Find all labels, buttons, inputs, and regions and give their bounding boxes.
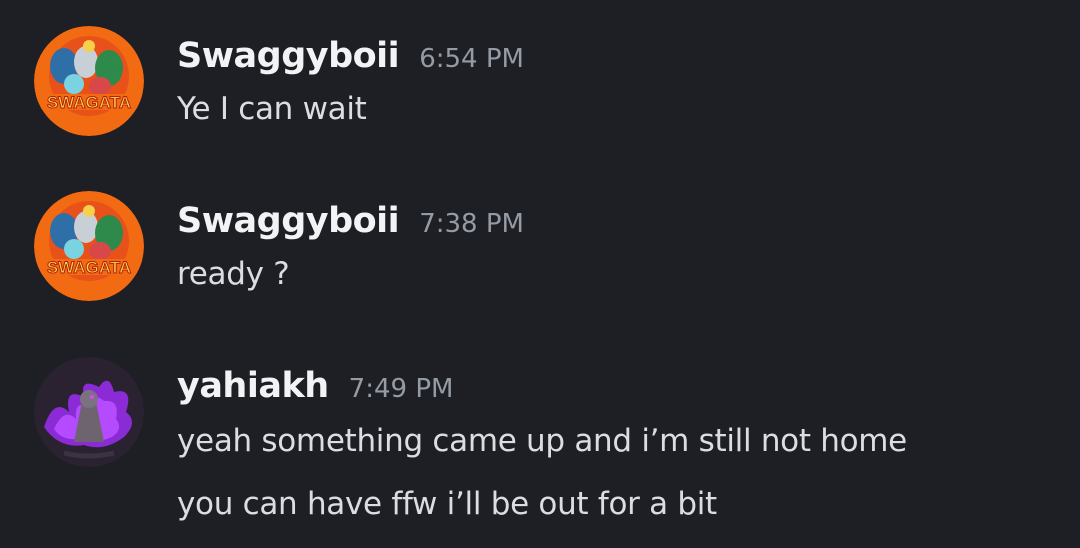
avatar[interactable]: SWAGATA: [34, 26, 144, 136]
timestamp: 6:54 PM: [419, 44, 524, 74]
avatar-text: SWAGATA: [47, 258, 131, 277]
swagata-avatar-icon: SWAGATA: [34, 26, 144, 136]
message-header: Swaggyboii 6:54 PM: [177, 36, 524, 76]
swagata-avatar-icon: SWAGATA: [34, 191, 144, 301]
purple-dragon-avatar-icon: [34, 357, 144, 467]
message-header: yahiakh 7:49 PM: [177, 366, 453, 406]
avatar[interactable]: [34, 357, 144, 467]
chat-log: SWAGATA Swaggyboii 6:54 PM Ye I can wait…: [0, 0, 1080, 548]
username[interactable]: yahiakh: [177, 366, 329, 406]
timestamp: 7:49 PM: [348, 374, 454, 404]
message-text: you can have ffw i’ll be out for a bit: [177, 486, 717, 522]
message-header: Swaggyboii 7:38 PM: [177, 201, 524, 241]
username[interactable]: Swaggyboii: [177, 36, 400, 76]
avatar-text: SWAGATA: [47, 93, 131, 112]
message-text: yeah something came up and i’m still not…: [177, 423, 907, 459]
message-text: ready ?: [177, 256, 290, 292]
timestamp: 7:38 PM: [419, 209, 524, 239]
avatar[interactable]: SWAGATA: [34, 191, 144, 301]
message-text: Ye I can wait: [177, 91, 367, 127]
username[interactable]: Swaggyboii: [177, 201, 400, 241]
